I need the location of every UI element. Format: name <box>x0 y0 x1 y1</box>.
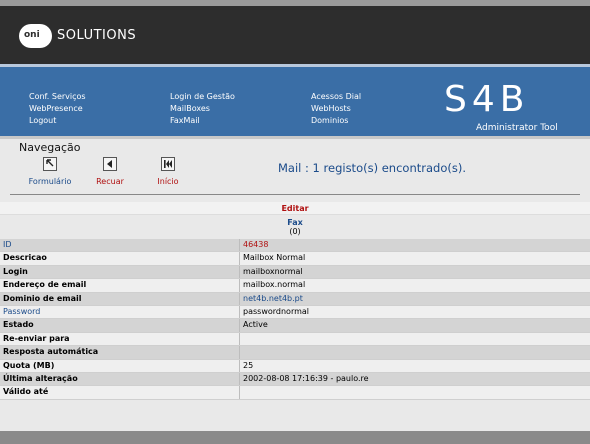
back-button[interactable]: Recuar <box>80 157 140 186</box>
main-nav: Conf. Serviços WebPresence Logout Login … <box>0 67 590 136</box>
row-value: 2002-08-08 17:16:39 - paulo.re <box>243 373 369 383</box>
form-button[interactable]: Formulário <box>20 157 80 186</box>
nav-link-login-gestao[interactable]: Login de Gestão <box>170 91 235 103</box>
row-value: mailboxnormal <box>243 266 303 276</box>
row-label: Login <box>0 265 240 279</box>
table-row: Re-enviar para <box>0 332 590 347</box>
nav-column-1: Conf. Serviços WebPresence Logout <box>29 91 86 127</box>
nav-link-dominios[interactable]: Dominios <box>311 115 361 127</box>
table-row: Login mailboxnormal <box>0 265 590 280</box>
result-count: Mail : 1 registo(s) encontrado(s). <box>278 161 466 175</box>
brand-subtitle: Administrator Tool <box>476 123 558 133</box>
footer-bar <box>0 431 590 444</box>
divider <box>0 136 590 139</box>
domain-link[interactable]: net4b.net4b.pt <box>240 293 590 305</box>
nav-link-mailboxes[interactable]: MailBoxes <box>170 103 235 115</box>
row-value: passwordnormal <box>243 306 310 316</box>
nav-link-conf-servicos[interactable]: Conf. Serviços <box>29 91 86 103</box>
row-label: Quota (MB) <box>0 359 240 372</box>
nav-link-logout[interactable]: Logout <box>29 115 86 127</box>
nav-column-2: Login de Gestão MailBoxes FaxMail <box>170 91 235 127</box>
navigation-title: Navegação <box>19 141 81 154</box>
table-row: Dominio de email net4b.net4b.pt <box>0 292 590 306</box>
brand-logo: S4B <box>444 79 530 120</box>
row-value <box>240 333 590 345</box>
row-label: Dominio de email <box>0 292 240 305</box>
fax-section: Fax (0) <box>0 215 590 239</box>
logo-badge-text: oni <box>24 30 40 40</box>
table-row: Válido até <box>0 386 590 400</box>
row-value <box>240 346 590 358</box>
row-value <box>240 386 590 398</box>
row-value: Mailbox Normal <box>243 253 306 263</box>
table-row: ID 46438 <box>0 239 590 253</box>
row-label-id[interactable]: ID <box>0 239 240 252</box>
logo-text: SOLUTIONS <box>57 28 137 43</box>
table-row: Estado Active <box>0 319 590 333</box>
separator-line <box>10 194 580 195</box>
form-label: Formulário <box>28 177 72 186</box>
first-page-icon <box>161 157 175 171</box>
nav-link-webhosts[interactable]: WebHosts <box>311 103 361 115</box>
table-row: Resposta automática <box>0 346 590 360</box>
row-label: Resposta automática <box>0 346 240 359</box>
fax-link[interactable]: Fax <box>0 218 590 227</box>
home-label: Início <box>157 177 179 186</box>
back-label: Recuar <box>96 177 124 186</box>
row-value: mailbox.normal <box>243 280 306 290</box>
row-label: Descricao <box>0 252 240 265</box>
oni-logo: oni <box>19 24 52 48</box>
row-label: Última alteração <box>0 372 240 386</box>
table-row: Última alteração 2002-08-08 17:16:39 - p… <box>0 372 590 387</box>
form-icon <box>43 157 57 171</box>
row-value: 25 <box>243 360 254 370</box>
nav-link-faxmail[interactable]: FaxMail <box>170 115 235 127</box>
edit-link[interactable]: Editar <box>0 202 590 215</box>
table-row: Quota (MB) 25 <box>0 359 590 373</box>
fax-count: (0) <box>289 227 301 236</box>
row-value: Active <box>243 320 268 330</box>
password-link[interactable]: Password <box>0 305 240 319</box>
nav-link-webpresence[interactable]: WebPresence <box>29 103 86 115</box>
row-label: Re-enviar para <box>0 332 240 346</box>
nav-link-acessos-dial[interactable]: Acessos Dial <box>311 91 361 103</box>
row-label: Válido até <box>0 386 240 399</box>
table-row: Password passwordnormal <box>0 305 590 320</box>
row-label: Estado <box>0 319 240 332</box>
row-label: Endereço de email <box>0 279 240 292</box>
table-row: Descricao Mailbox Normal <box>0 252 590 266</box>
record-table: Editar Fax (0) ID 46438 Descricao Mailbo… <box>0 202 590 400</box>
table-row: Endereço de email mailbox.normal <box>0 279 590 293</box>
home-button[interactable]: Início <box>138 157 198 186</box>
header-bar: oni SOLUTIONS <box>0 6 590 64</box>
nav-column-3: Acessos Dial WebHosts Dominios <box>311 91 361 127</box>
back-icon <box>103 157 117 171</box>
row-value-id: 46438 <box>243 240 269 249</box>
